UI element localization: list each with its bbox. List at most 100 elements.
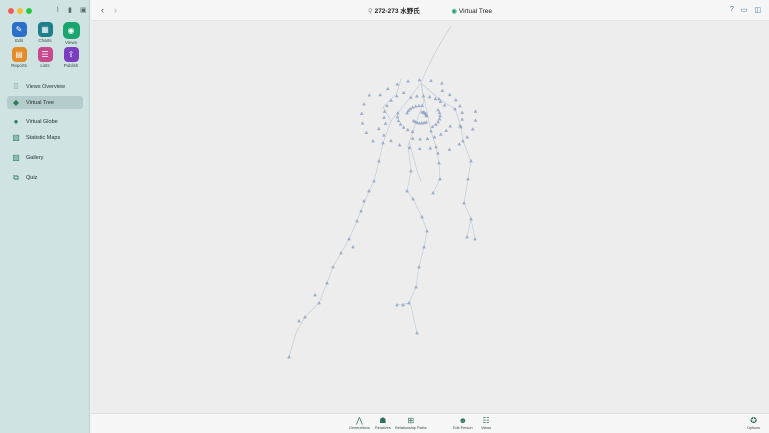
person-node[interactable] — [395, 82, 400, 86]
sidebar-item-statistic-maps[interactable]: ▧ Statistic Maps — [7, 131, 83, 144]
person-node[interactable] — [347, 237, 351, 241]
person-node[interactable] — [397, 143, 402, 147]
person-node[interactable] — [406, 79, 410, 83]
person-node[interactable] — [473, 237, 477, 241]
photo-icon[interactable]: ▣ — [80, 7, 87, 14]
person-node[interactable] — [425, 229, 429, 233]
person-node[interactable] — [364, 130, 369, 134]
person-node[interactable] — [466, 177, 470, 181]
person-node[interactable] — [386, 86, 390, 91]
person-node[interactable] — [414, 285, 418, 289]
sidebar-toggle-icon[interactable]: ◫ — [754, 6, 761, 14]
person-node[interactable] — [398, 122, 403, 126]
person-node[interactable] — [431, 191, 435, 195]
person-node[interactable] — [447, 147, 452, 151]
relatives-button[interactable]: ☗ Relatives — [375, 416, 391, 430]
person-node[interactable] — [409, 169, 413, 173]
person-node[interactable] — [430, 124, 435, 129]
sidebar-item-quiz[interactable]: ⧉ Quiz — [7, 171, 83, 184]
person-node[interactable] — [421, 94, 426, 98]
person-node[interactable] — [396, 111, 400, 115]
person-node[interactable] — [410, 129, 415, 133]
person-node[interactable] — [465, 235, 469, 239]
person-node[interactable] — [376, 126, 381, 131]
edit-person-button[interactable]: ☻ Edit Person — [453, 416, 473, 430]
person-node[interactable] — [367, 189, 371, 193]
person-node[interactable] — [425, 136, 430, 140]
person-node[interactable] — [438, 177, 442, 181]
relationship-paths-button[interactable]: ⊞ Relationship Paths — [395, 416, 427, 430]
person-node[interactable] — [372, 179, 376, 183]
person-node[interactable] — [355, 219, 359, 223]
person-node[interactable] — [460, 110, 464, 114]
zoom-window-button[interactable] — [26, 8, 32, 14]
person-node[interactable] — [437, 117, 442, 121]
person-node[interactable] — [432, 135, 437, 139]
person-node[interactable] — [418, 146, 422, 151]
sidebar-item-virtual-tree[interactable]: ◆ Virtual Tree — [7, 96, 83, 109]
person-node[interactable] — [442, 103, 447, 107]
person-node[interactable] — [465, 135, 469, 139]
person-node[interactable] — [371, 139, 375, 143]
person-node[interactable] — [407, 301, 411, 305]
person-node[interactable] — [437, 161, 441, 165]
person-node[interactable] — [417, 103, 421, 107]
window-icon[interactable]: ▭ — [741, 6, 748, 14]
virtual-tree-canvas[interactable] — [91, 21, 769, 414]
person-node[interactable] — [382, 115, 386, 119]
person-node[interactable] — [473, 118, 478, 122]
person-node[interactable] — [428, 146, 433, 150]
person-node[interactable] — [417, 78, 422, 82]
person-node[interactable] — [462, 201, 466, 205]
person-node[interactable] — [378, 93, 382, 97]
person-node[interactable] — [436, 108, 440, 112]
person-node[interactable] — [420, 103, 424, 107]
person-node[interactable] — [469, 217, 473, 221]
person-node[interactable] — [389, 138, 393, 143]
person-node[interactable] — [434, 145, 438, 149]
bookmark-icon[interactable]: ▮ — [68, 7, 75, 14]
person-node[interactable] — [436, 120, 440, 124]
person-node[interactable] — [360, 121, 365, 125]
sidebar-item-views-overview[interactable]: ⁞⁞ Views Overview — [7, 80, 83, 93]
person-node[interactable] — [287, 355, 291, 359]
person-node[interactable] — [420, 215, 424, 219]
person-node[interactable] — [408, 107, 413, 111]
person-node[interactable] — [415, 94, 419, 98]
tree-graph[interactable] — [91, 21, 769, 414]
person-node[interactable] — [411, 105, 415, 109]
person-node[interactable] — [437, 110, 442, 115]
person-node[interactable] — [427, 95, 432, 99]
person-node[interactable] — [415, 331, 419, 335]
person-node[interactable] — [331, 265, 335, 269]
person-node[interactable] — [401, 90, 406, 94]
person-node[interactable] — [417, 265, 421, 269]
app-charts[interactable]: ▦ Charts — [34, 22, 56, 45]
app-edit[interactable]: ✎ Edit — [8, 22, 30, 45]
person-node[interactable] — [297, 319, 301, 323]
person-node[interactable] — [418, 137, 422, 141]
minimize-window-button[interactable] — [17, 8, 23, 14]
person-node[interactable] — [325, 281, 329, 285]
person-node[interactable] — [405, 189, 409, 193]
person-node[interactable] — [401, 125, 406, 129]
person-node[interactable] — [395, 115, 400, 119]
person-node[interactable] — [313, 293, 317, 297]
person-node[interactable] — [413, 104, 418, 108]
person-node[interactable] — [448, 124, 452, 128]
person-node[interactable] — [409, 95, 413, 99]
sidebar-item-gallery[interactable]: ▨ Gallery — [7, 151, 83, 164]
person-node[interactable] — [339, 251, 343, 255]
person-node[interactable] — [424, 120, 428, 124]
person-node[interactable] — [473, 109, 478, 113]
app-lists[interactable]: ☰ Lists — [34, 47, 56, 68]
person-node[interactable] — [359, 209, 363, 213]
person-node[interactable] — [317, 301, 321, 305]
person-node[interactable] — [433, 122, 438, 126]
person-node[interactable] — [440, 81, 444, 85]
person-node[interactable] — [381, 141, 385, 145]
person-node[interactable] — [351, 245, 355, 249]
person-node[interactable] — [382, 133, 386, 137]
person-node[interactable] — [383, 121, 388, 125]
person-node[interactable] — [453, 107, 457, 111]
